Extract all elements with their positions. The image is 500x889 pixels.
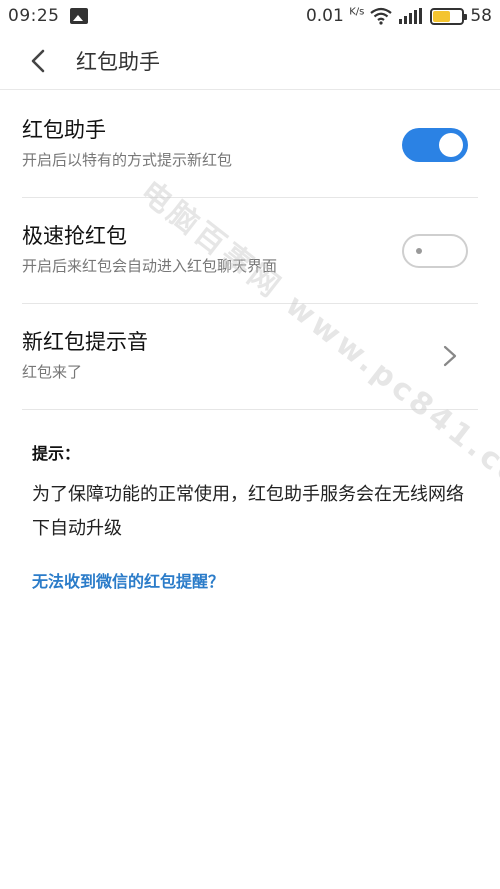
setting-row-notification-sound[interactable]: 新红包提示音 红包来了	[22, 304, 478, 410]
battery-icon	[430, 7, 468, 25]
red-packet-assistant-toggle[interactable]	[402, 128, 468, 162]
gallery-notification-icon	[69, 8, 88, 24]
status-bar: 09:25 0.01 K/s 58	[0, 0, 500, 32]
tips-body: 为了保障功能的正常使用，红包助手服务会在无线网络下自动升级	[32, 484, 464, 539]
setting-row-fast-grab: 极速抢红包 开启后来红包会自动进入红包聊天界面	[22, 198, 478, 304]
page-title: 红包助手	[76, 49, 160, 74]
fast-grab-toggle[interactable]	[402, 234, 468, 268]
wifi-icon	[370, 7, 393, 25]
settings-list: 红包助手 开启后以特有的方式提示新红包 极速抢红包 开启后来红包会自动进入红包聊…	[22, 92, 478, 410]
network-speed: 0.01 K/s	[306, 6, 364, 26]
signal-icon	[399, 8, 423, 24]
back-arrow-icon	[31, 49, 45, 72]
setting-title: 新红包提示音	[22, 330, 148, 354]
setting-row-red-packet-assistant: 红包助手 开启后以特有的方式提示新红包	[22, 92, 478, 198]
network-speed-unit: K/s	[349, 6, 365, 18]
help-link[interactable]: 无法收到微信的红包提醒？	[32, 568, 224, 592]
status-time: 09:25	[8, 6, 60, 26]
tips-label: 提示：	[32, 444, 81, 463]
tips-section: 提示： 为了保障功能的正常使用，红包助手服务会在无线网络下自动升级	[32, 440, 472, 546]
back-button[interactable]	[8, 32, 68, 90]
app-bar: 红包助手	[0, 32, 500, 90]
network-speed-value: 0.01	[305, 6, 344, 26]
battery-fill	[433, 10, 450, 22]
status-left: 09:25	[8, 6, 88, 26]
chevron-right-icon	[443, 345, 457, 367]
toggle-knob	[416, 248, 422, 254]
toggle-knob	[439, 133, 463, 157]
setting-subtitle: 红包来了	[22, 363, 83, 381]
status-right: 0.01 K/s 58	[306, 6, 492, 26]
battery-level: 58	[470, 6, 492, 26]
